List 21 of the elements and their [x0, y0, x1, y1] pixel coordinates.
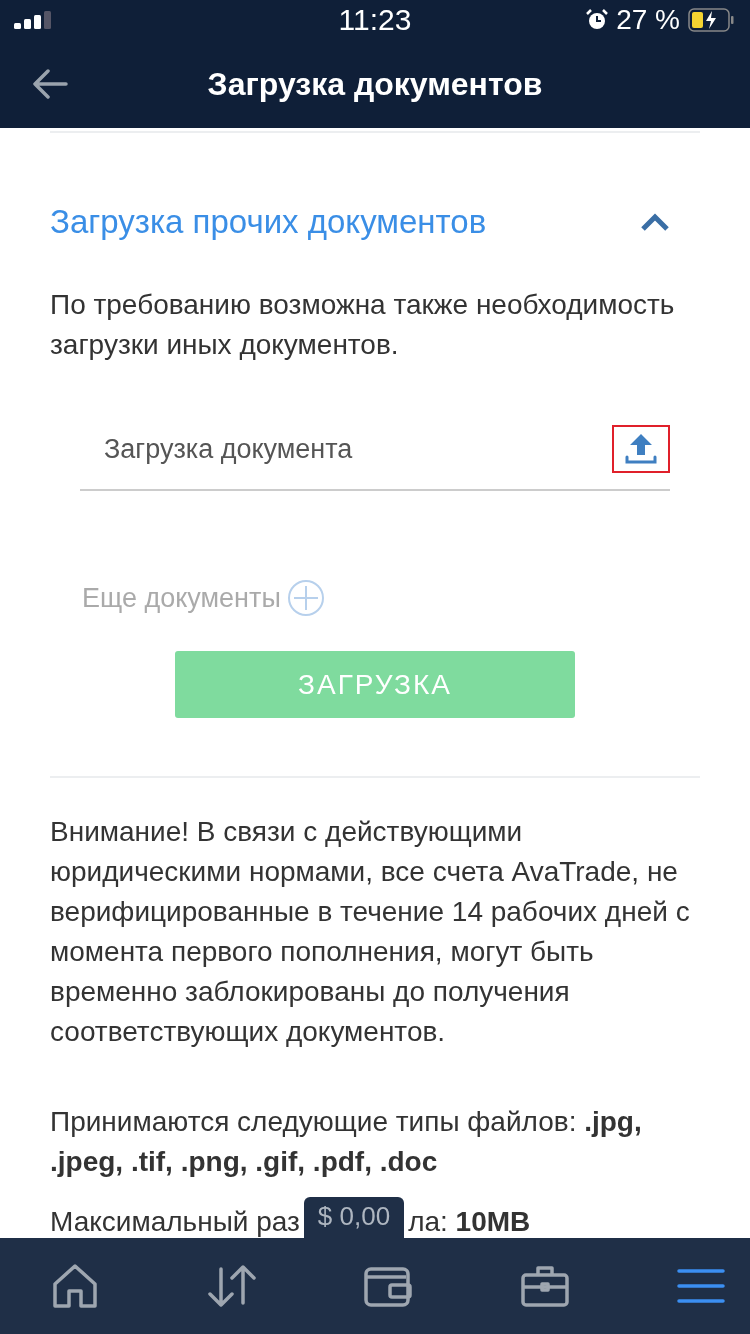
- section-title[interactable]: Загрузка прочих документов: [50, 203, 487, 241]
- section-description: По требованию возможна также необходимость загрузки иных документов.: [50, 288, 676, 362]
- chevron-icon[interactable]: [640, 212, 670, 232]
- balance-badge[interactable]: $ 0,00: [303, 1197, 405, 1238]
- more-documents-label[interactable]: Еще документы: [82, 582, 281, 614]
- file-types-text: Принимаются следующие типы файлов: .jpg, .jpeg, .tif, .png, .gif, .pdf, .doc: [50, 1105, 643, 1179]
- max-size-text: Максимальный раз: [50, 1206, 300, 1238]
- battery-percent: 27 %: [616, 4, 680, 36]
- upload-button[interactable]: [612, 425, 670, 473]
- upload-icon[interactable]: [624, 431, 658, 467]
- status-time: 11:23: [337, 3, 413, 37]
- upload-field[interactable]: Загрузка документа: [80, 432, 612, 466]
- verification-notice: Внимание! В связи с действующими юридическими нормами, все счета AvaTrade, не верифицированные в течение 14 рабочих дней с момента первого пополнения, могут быть временно заблокированы до получения соответствующих документов.: [50, 815, 691, 1049]
- max-size-text: ла: 10MB: [408, 1206, 531, 1238]
- nav-transfer-tab[interactable]: [206, 1263, 257, 1309]
- nav-home-tab[interactable]: [50, 1263, 100, 1309]
- page-title: Загрузка документов: [207, 65, 543, 103]
- nav-portfolio-tab[interactable]: [519, 1263, 570, 1309]
- alarm-icon: [586, 9, 609, 31]
- signal-icon: [14, 11, 54, 29]
- battery-charging-icon: [688, 8, 734, 32]
